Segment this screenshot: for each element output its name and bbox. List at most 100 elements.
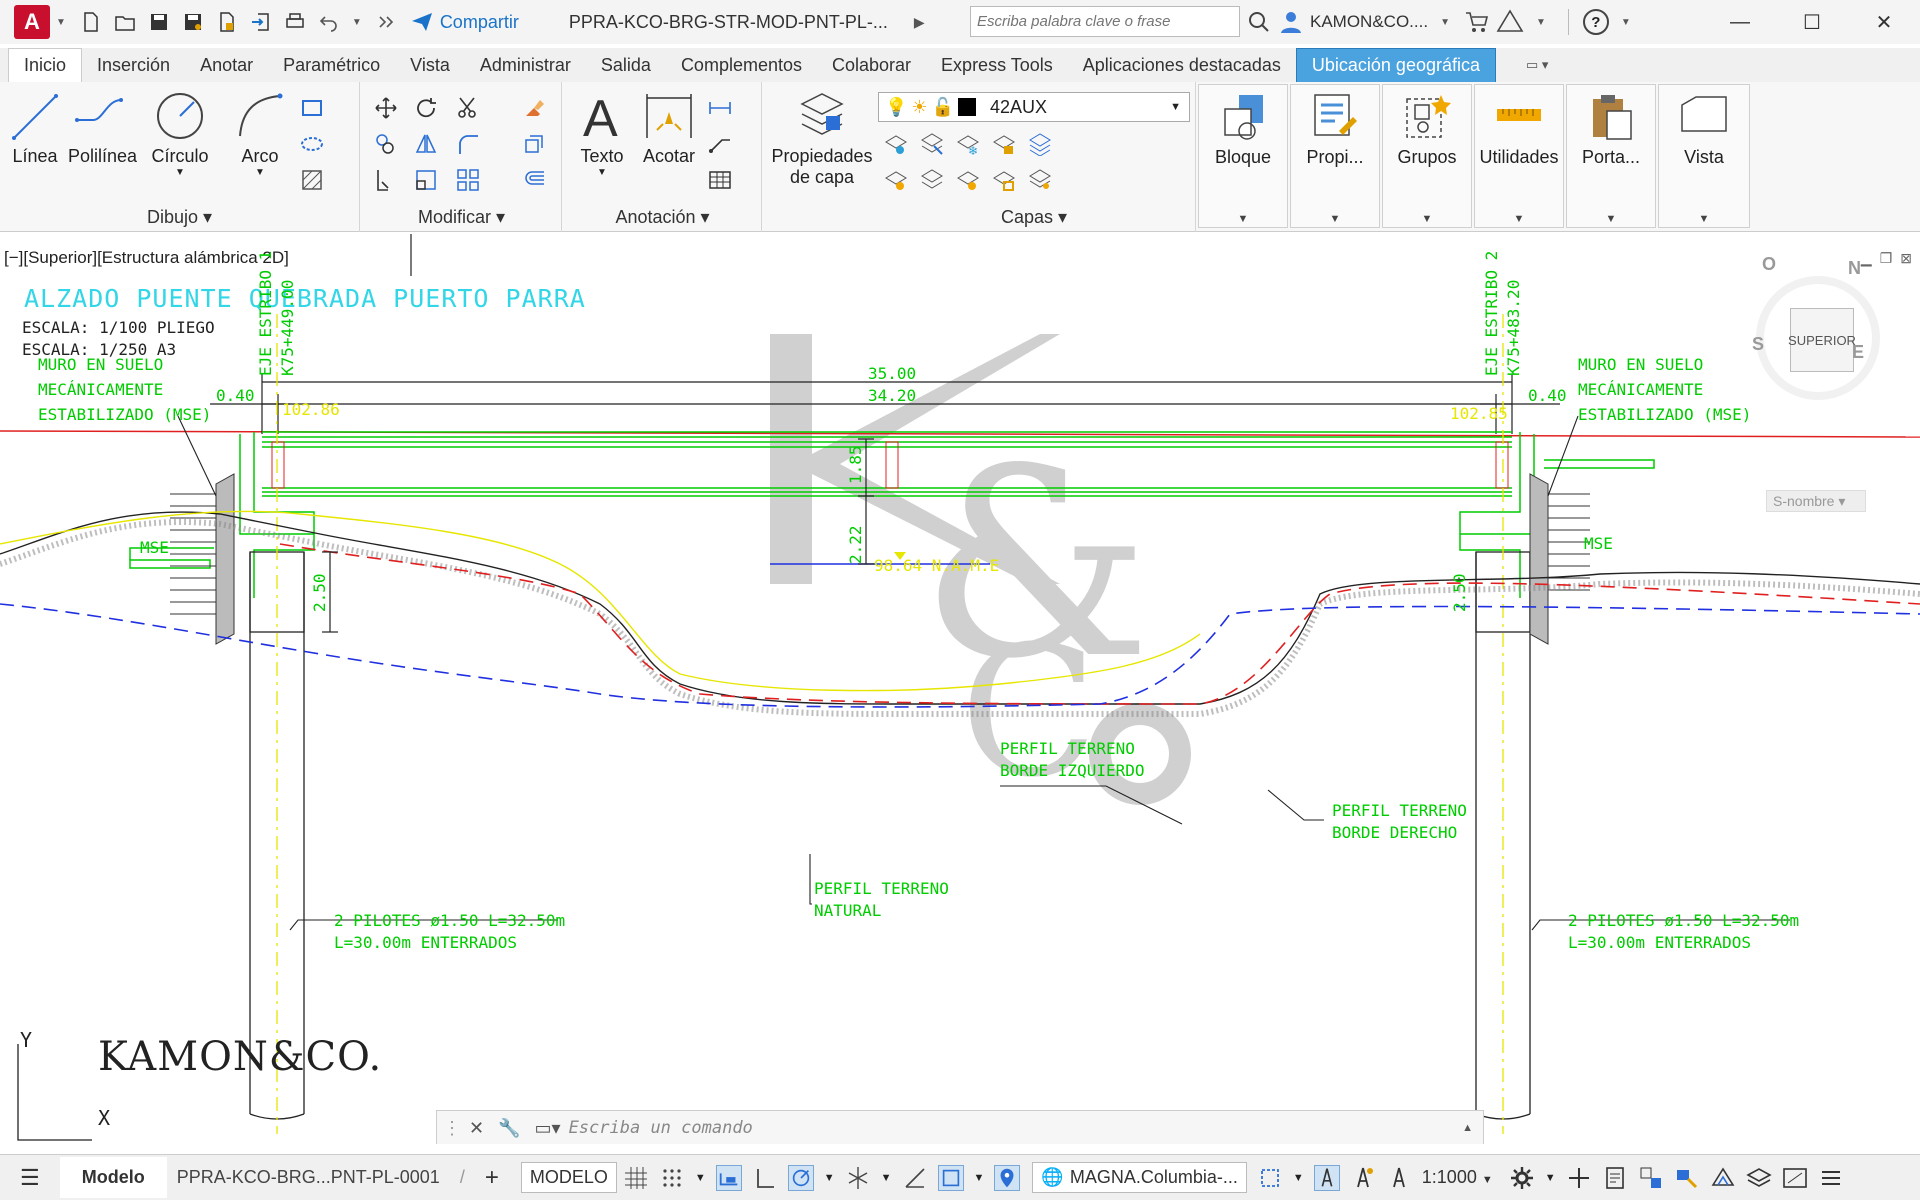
panel-anotacion-label[interactable]: Anotación ▾ (564, 207, 761, 228)
text-dropdown-icon[interactable]: ▼ (574, 167, 630, 178)
array-icon[interactable] (456, 168, 480, 192)
polar-dropdown-icon[interactable]: ▼ (824, 1172, 835, 1184)
ortho-icon[interactable] (752, 1165, 778, 1191)
new-file-icon[interactable] (74, 5, 108, 39)
user-icon[interactable] (1278, 9, 1304, 35)
tab-inicio[interactable]: Inicio (8, 48, 83, 82)
tab-express-tools[interactable]: Express Tools (926, 49, 1068, 82)
table-icon[interactable] (708, 168, 732, 192)
help-dropdown-icon[interactable]: ▼ (1621, 17, 1631, 28)
grid-icon[interactable] (623, 1165, 649, 1191)
arc-dropdown-icon[interactable]: ▼ (232, 167, 288, 178)
explode-icon[interactable] (522, 132, 546, 156)
undo-icon[interactable] (312, 5, 346, 39)
panel-dibujo-label[interactable]: Dibujo ▾ (0, 207, 359, 228)
compass-south-label[interactable]: S (1752, 334, 1764, 355)
gear-dropdown-icon[interactable]: ▼ (1545, 1172, 1556, 1184)
stretch-icon[interactable] (374, 168, 398, 192)
layer-unlock-icon[interactable] (992, 168, 1016, 192)
viewport-controls-label[interactable]: [−][Superior][Estructura alámbrica 2D] (4, 248, 289, 268)
fillet-icon[interactable] (456, 132, 480, 156)
viewport-restore-icon[interactable]: ❐ (1880, 250, 1893, 267)
snap-icon[interactable] (659, 1165, 685, 1191)
move-icon[interactable] (374, 96, 398, 120)
annotation-visibility-icon[interactable] (1313, 1164, 1340, 1191)
layers-status-icon[interactable] (1745, 1165, 1772, 1191)
viewcube-face-superior[interactable]: SUPERIOR (1788, 308, 1856, 372)
object-snap-icon[interactable] (937, 1164, 964, 1191)
print-icon[interactable] (278, 5, 312, 39)
rectangle-icon[interactable] (300, 96, 324, 120)
isolate-objects-icon[interactable] (1674, 1165, 1700, 1191)
user-name[interactable]: KAMON&CO.... (1310, 12, 1428, 32)
tab-anotar[interactable]: Anotar (185, 49, 268, 82)
layer-dropdown[interactable]: 💡 ☀ 🔓 42AUX ▼ (878, 92, 1190, 122)
undo-dropdown-icon[interactable]: ▼ (352, 17, 362, 28)
selection-dropdown-icon[interactable]: ▼ (1293, 1172, 1304, 1184)
arc-tool-button[interactable]: Arco ▼ (232, 90, 288, 178)
autodesk-a360-icon[interactable] (1496, 9, 1524, 35)
save-as-icon[interactable] (176, 5, 210, 39)
dimension-tool-button[interactable]: Acotar (638, 90, 700, 167)
tab-vista[interactable]: Vista (395, 49, 465, 82)
command-history-icon[interactable]: ▭▾ (535, 1118, 561, 1139)
tab-modelo[interactable]: Modelo (59, 1157, 167, 1198)
erase-icon[interactable] (522, 96, 546, 120)
ribbon-minimize-icon[interactable]: ▭ ▾ (1526, 57, 1548, 73)
model-space-toggle[interactable]: MODELO (520, 1162, 617, 1193)
text-tool-button[interactable]: A Texto ▼ (574, 90, 630, 178)
search-input[interactable] (970, 6, 1240, 37)
tab-complementos[interactable]: Complementos (666, 49, 817, 82)
app-menu-caret-icon[interactable]: ▼ (56, 17, 66, 28)
layer-unisolate-icon[interactable] (920, 168, 944, 192)
import-icon[interactable] (244, 5, 278, 39)
panel-modificar-label[interactable]: Modificar ▾ (362, 207, 561, 228)
panel-capas-label[interactable]: Capas ▾ (874, 207, 1194, 228)
command-expand-icon[interactable]: ▲ (1462, 1122, 1473, 1134)
app-menu-button[interactable]: A (14, 5, 50, 39)
quick-properties-icon[interactable] (1602, 1165, 1628, 1191)
scale-icon[interactable] (414, 168, 438, 192)
compass-west-label[interactable]: O (1762, 254, 1776, 275)
layer-on-icon[interactable] (884, 168, 908, 192)
lock-ui-icon[interactable] (1638, 1165, 1664, 1191)
viewcube[interactable]: SUPERIOR (1756, 276, 1880, 400)
tab-colaborar[interactable]: Colaborar (817, 49, 926, 82)
rotate-icon[interactable] (414, 96, 438, 120)
command-line-grip-icon[interactable]: ⋮ (443, 1118, 461, 1139)
compass-east-label[interactable]: E (1852, 342, 1864, 363)
viewport-close-icon[interactable]: ⊠ (1900, 250, 1912, 267)
hatch-icon[interactable] (300, 168, 324, 192)
tab-aplicaciones-destacadas[interactable]: Aplicaciones destacadas (1068, 49, 1296, 82)
named-view-dropdown[interactable]: S-nombre ▾ (1766, 490, 1866, 512)
layer-match-icon[interactable] (1028, 132, 1052, 156)
tab-insercion[interactable]: Inserción (82, 49, 185, 82)
selection-cycling-icon[interactable] (1257, 1165, 1283, 1191)
close-icon[interactable]: ✕ (1848, 0, 1920, 44)
linear-dim-icon[interactable] (708, 96, 732, 120)
circle-dropdown-icon[interactable]: ▼ (148, 167, 212, 178)
cart-icon[interactable] (1464, 10, 1490, 34)
share-button[interactable]: Compartir (410, 11, 519, 33)
command-input[interactable]: Escriba un comando (569, 1118, 753, 1138)
panel-portapapeles[interactable]: Porta... ▼ (1566, 84, 1656, 228)
mirror-icon[interactable] (414, 132, 438, 156)
panel-vista[interactable]: Vista ▼ (1658, 84, 1750, 228)
ellipse-icon[interactable] (300, 132, 324, 156)
gear-icon[interactable] (1509, 1165, 1535, 1191)
plus-icon[interactable] (1566, 1165, 1592, 1191)
redo-icon[interactable] (370, 5, 404, 39)
circle-tool-button[interactable]: Círculo ▼ (148, 90, 212, 178)
search-icon[interactable] (1246, 9, 1272, 35)
drawing-canvas[interactable]: & C [−][Superior][Estructura alámbrica 2… (0, 234, 1920, 1144)
a360-dropdown-icon[interactable]: ▼ (1536, 17, 1546, 28)
copy-icon[interactable] (374, 132, 398, 156)
tab-ubicacion-geografica[interactable]: Ubicación geográfica (1295, 47, 1496, 83)
hamburger-menu-icon[interactable]: ☰ (0, 1165, 60, 1191)
layer-lock-icon[interactable] (992, 132, 1016, 156)
layer-isolate-icon[interactable] (920, 132, 944, 156)
trim-icon[interactable] (456, 96, 480, 120)
layer-off-icon[interactable] (884, 132, 908, 156)
object-snap-tracking-icon[interactable] (902, 1165, 928, 1191)
help-icon[interactable]: ? (1582, 9, 1609, 35)
